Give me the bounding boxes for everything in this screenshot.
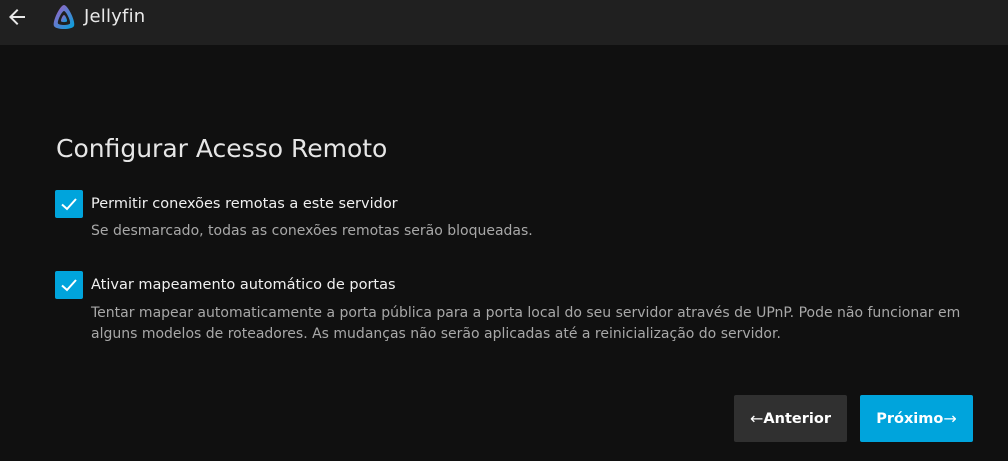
remote-access-label[interactable]: Permitir conexões remotas a este servido… — [91, 196, 398, 212]
check-icon — [61, 198, 77, 211]
upnp-mapping-checkbox[interactable] — [55, 271, 83, 299]
previous-button[interactable]: ← Anterior — [734, 395, 847, 442]
arrow-left-icon: ← — [750, 409, 764, 428]
arrow-right-icon: → — [943, 409, 957, 428]
app-header: Jellyfin — [0, 0, 1008, 45]
page-title: Configurar Acesso Remoto — [56, 134, 388, 163]
next-button[interactable]: Próximo → — [860, 395, 973, 442]
check-icon — [61, 279, 77, 292]
next-button-label: Próximo — [876, 410, 944, 427]
jellyfin-logo-icon[interactable] — [50, 3, 78, 31]
upnp-mapping-label[interactable]: Ativar mapeamento automático de portas — [91, 277, 396, 293]
remote-access-description: Se desmarcado, todas as conexões remotas… — [91, 223, 533, 239]
previous-button-label: Anterior — [763, 410, 831, 427]
upnp-mapping-description: Tentar mapear automaticamente a porta pú… — [91, 305, 961, 342]
brand-name[interactable]: Jellyfin — [84, 6, 145, 27]
remote-access-checkbox[interactable] — [55, 190, 83, 218]
back-arrow-icon[interactable] — [5, 5, 29, 29]
